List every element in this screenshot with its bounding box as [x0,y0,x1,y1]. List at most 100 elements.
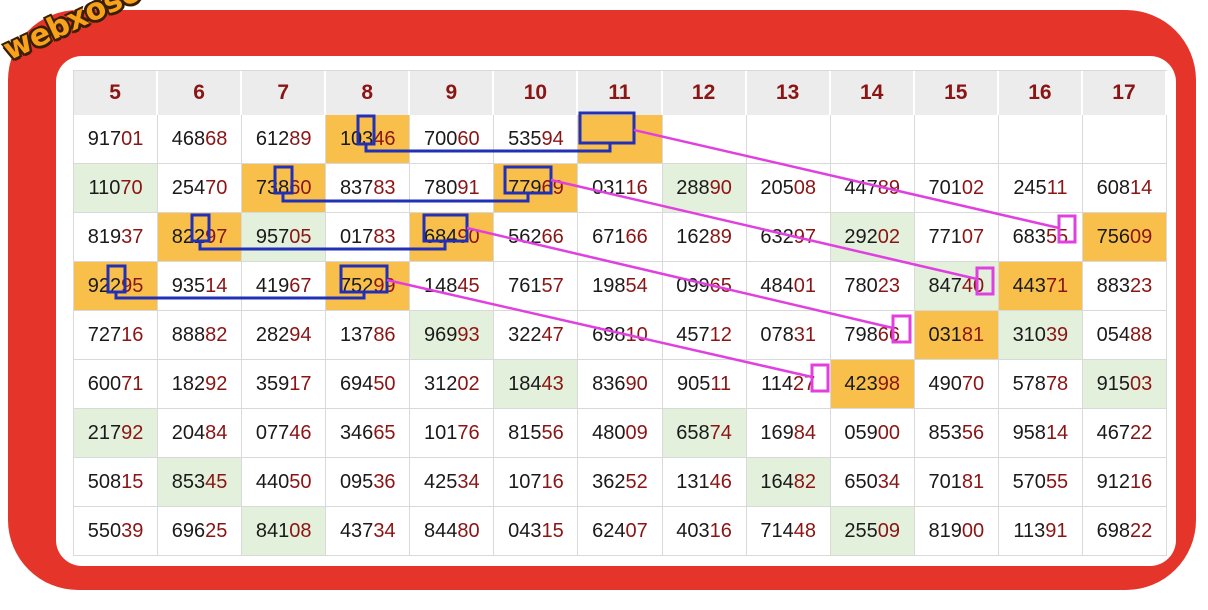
cell-prefix-digits: 457 [676,323,710,346]
number-cell: 095 36 [326,458,411,507]
cell-prefix-digits: 624 [592,519,626,542]
cell-last-two-digits: 81 [961,323,985,346]
number-cell: 969 93 [410,311,495,360]
cell-prefix-digits: 204 [171,421,206,444]
cell-prefix-digits: 600 [87,372,122,395]
cell-last-two-digits: 90 [457,225,480,248]
cell-last-two-digits: 07 [625,519,648,542]
cell-prefix-digits: 853 [171,470,206,493]
lottery-grid: 5 6 7 8 9 10 11 12 13 14 15 16 17 917 01 468 68 612 89 103 4… [73,70,1167,556]
cell-prefix-digits: 761 [508,274,542,297]
cell-prefix-digits: 822 [171,225,206,248]
cell-prefix-digits: 798 [844,323,878,346]
cell-prefix-digits: 059 [844,421,878,444]
cell-prefix-digits: 727 [87,323,122,346]
cell-prefix-digits: 162 [676,225,710,248]
cell-last-two-digits: 78 [1045,372,1069,395]
number-cell: 162 89 [662,213,747,262]
cell-prefix-digits: 632 [760,225,794,248]
number-cell: 255 09 [830,507,915,556]
number-cell: 403 16 [662,507,747,556]
cell-prefix-digits: 095 [339,470,374,493]
cell-prefix-digits: 113 [1013,519,1046,542]
cell-last-two-digits: 46 [373,127,396,150]
cell-last-two-digits: 10 [625,323,648,346]
number-cell: 853 56 [914,409,999,458]
number-cell: 922 95 [74,262,159,311]
cell-last-two-digits: 23 [1130,274,1153,297]
cell-prefix-digits: 905 [677,372,711,395]
cell-prefix-digits: 425 [424,470,458,493]
number-cell: 148 45 [410,262,495,311]
cell-last-two-digits: 66 [541,225,564,248]
number-cell: 624 07 [578,507,663,556]
number-cell: 131 46 [662,458,747,507]
cell-last-two-digits: 00 [961,519,985,542]
cell-prefix-digits: 198 [592,274,626,297]
cell-last-two-digits: 14 [205,274,228,297]
cell-prefix-digits: 912 [1096,470,1131,493]
number-cell: 288 90 [662,164,747,213]
cell-prefix-digits: 490 [928,372,962,395]
cell-prefix-digits: 612 [255,127,290,150]
cell-last-two-digits: 74 [709,421,732,444]
cell-last-two-digits: 94 [289,323,312,346]
number-cell: 054 88 [1082,311,1167,360]
cell-last-two-digits: 00 [877,421,901,444]
cell-last-two-digits: 60 [289,176,312,199]
cell-last-two-digits: 91 [457,176,480,199]
number-cell: 632 97 [746,213,831,262]
number-cell: 099 65 [662,262,747,311]
cell-prefix-digits: 696 [171,519,206,542]
number-cell: 608 14 [1082,164,1167,213]
number-cell: 883 23 [1082,262,1167,311]
cell-last-two-digits: 16 [625,176,648,199]
cell-last-two-digits: 34 [877,470,901,493]
cell-last-two-digits: 01 [793,274,816,297]
cell-last-two-digits: 48 [793,519,816,542]
number-cell: 484 01 [746,262,831,311]
cell-prefix-digits: 684 [424,225,458,248]
number-cell: 853 45 [158,458,243,507]
number-cell: 077 46 [242,409,327,458]
column-header: 5 [74,71,159,115]
number-cell: 198 54 [578,262,663,311]
number-cell: 359 17 [242,360,327,409]
number-cell: 798 66 [830,311,915,360]
cell-prefix-digits: 883 [1096,274,1131,297]
cell-prefix-digits: 700 [424,127,458,150]
number-cell: 837 83 [326,164,411,213]
cell-prefix-digits: 164 [760,470,794,493]
number-cell: 467 22 [1082,409,1167,458]
cell-prefix-digits: 310 [1012,323,1046,346]
cell-last-two-digits: 50 [373,372,396,395]
cell-prefix-digits: 683 [1012,225,1046,248]
cell-last-two-digits: 82 [793,470,816,493]
cell-prefix-digits: 312 [424,372,458,395]
cell-prefix-digits: 101 [424,421,458,444]
cell-last-two-digits: 89 [709,225,732,248]
cell-last-two-digits: 60 [457,127,480,150]
cell-last-two-digits: 66 [625,225,648,248]
cell-last-two-digits: 54 [625,274,648,297]
cell-last-two-digits: 84 [793,421,816,444]
number-cell: 205 08 [746,164,831,213]
number-cell: 468 68 [158,115,243,164]
cell-prefix-digits: 282 [255,323,290,346]
cell-last-two-digits: 90 [625,372,648,395]
number-cell: 362 52 [578,458,663,507]
cell-last-two-digits: 56 [541,421,564,444]
cell-last-two-digits: 16 [1130,470,1153,493]
cell-prefix-digits: 853 [928,421,962,444]
cell-last-two-digits: 16 [709,519,732,542]
cell-last-two-digits: 08 [289,519,312,542]
number-cell: 658 74 [662,409,747,458]
cell-prefix-digits: 184 [508,372,542,395]
cell-last-two-digits: 67 [289,274,312,297]
number-cell: 423 98 [830,360,915,409]
number-cell: 888 82 [158,311,243,360]
cell-prefix-digits: 131 [676,470,710,493]
cell-prefix-digits: 815 [508,421,542,444]
number-cell: 771 07 [914,213,999,262]
cell-prefix-digits: 508 [87,470,122,493]
